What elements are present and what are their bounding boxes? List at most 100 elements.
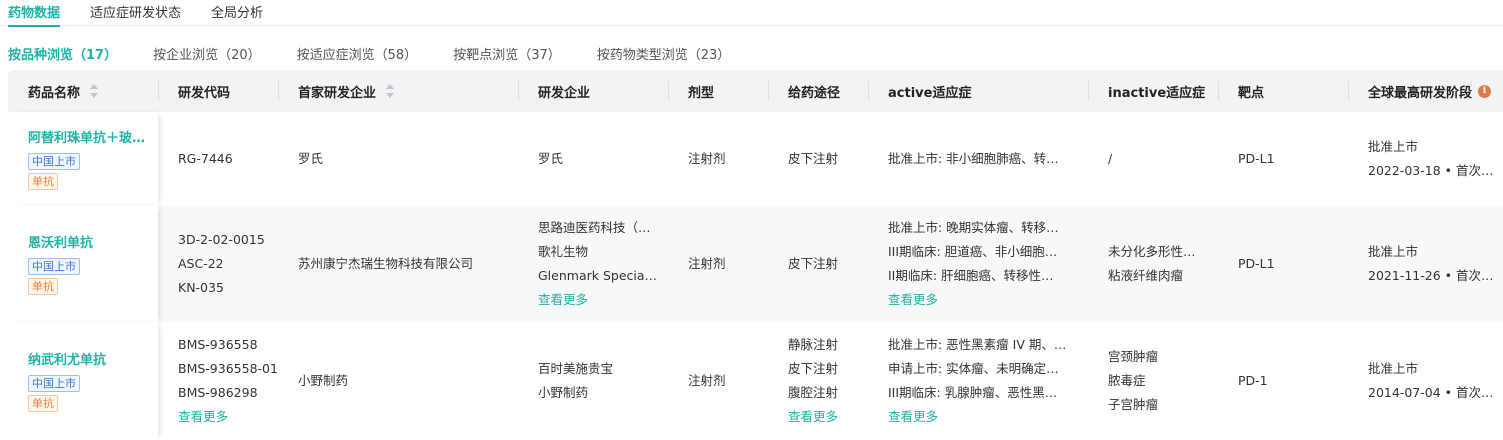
inactive-indication-value: 脓毒症 (1108, 373, 1146, 388)
inactive-indication-cell: / (1088, 112, 1218, 206)
form-value: 注射剂 (688, 151, 726, 166)
active-more-link[interactable]: 查看更多 (888, 288, 1088, 312)
stage-cell: 批准上市 2022-03-18 • 首次上市 (1348, 112, 1503, 206)
company-value: 小野制药 (538, 385, 589, 400)
target-value: PD-L1 (1238, 256, 1275, 271)
active-indication-cell: 批准上市: 非小细胞肺癌、转… (868, 112, 1088, 206)
code-more-link[interactable]: 查看更多 (178, 405, 278, 429)
inactive-indication-value: 宫颈肿瘤 (1108, 349, 1159, 364)
tab-global-analysis[interactable]: 全局分析 (211, 0, 263, 26)
route-cell: 皮下注射 (768, 112, 868, 206)
header-stage: 全球最高研发阶段 i (1348, 70, 1503, 112)
header-label: inactive适应症 (1108, 85, 1206, 101)
route-value: 皮下注射 (788, 361, 839, 376)
header-route: 给药途径 (768, 70, 868, 112)
header-form: 剂型 (668, 70, 768, 112)
first-company-value: 苏州康宁杰瑞生物科技有限公司 (298, 256, 474, 271)
info-icon[interactable]: i (1478, 84, 1492, 98)
header-active-indication: active适应症 (868, 70, 1088, 112)
active-indication-value: 批准上市: 非小细胞肺癌、转… (888, 151, 1059, 166)
target-cell: PD-1 (1218, 322, 1348, 440)
header-code: 研发代码 (158, 70, 278, 112)
first-company-value: 罗氏 (298, 151, 324, 166)
header-label: active适应症 (888, 85, 972, 101)
header-target: 靶点 (1218, 70, 1348, 112)
companies-more-link[interactable]: 查看更多 (538, 288, 668, 312)
table-header: 药品名称 研发代码 首家研发企业 研发企业 剂型 给药途径 active适应症 … (8, 70, 1503, 112)
header-label: 剂型 (688, 85, 715, 101)
tab-drug-data[interactable]: 药物数据 (8, 0, 61, 27)
target-value: PD-1 (1238, 373, 1268, 388)
header-label: 首家研发企业 (298, 85, 377, 101)
code-value: BMS-936558-01 (178, 361, 278, 376)
companies-cell: 罗氏 (518, 112, 668, 206)
drug-name-link[interactable]: 阿替利珠单抗＋玻… (28, 128, 158, 150)
first-company-cell: 小野制药 (278, 322, 518, 440)
sort-icon[interactable] (386, 84, 395, 98)
browse-mode-tabs: 按品种浏览（17） 按企业浏览（20） 按适应症浏览（58） 按靶点浏览（37）… (8, 44, 766, 63)
form-value: 注射剂 (688, 256, 726, 271)
form-cell: 注射剂 (668, 206, 768, 322)
code-value: BMS-986298 (178, 385, 258, 400)
drug-name-link[interactable]: 纳武利尤单抗 (28, 350, 158, 372)
header-companies: 研发企业 (518, 70, 668, 112)
code-value: 3D-2-02-0015 (178, 232, 265, 247)
route-value: 皮下注射 (788, 256, 839, 271)
drug-name-cell: 恩沃利单抗 中国上市 单抗 (8, 206, 158, 322)
sort-icon[interactable] (90, 84, 99, 98)
inactive-indication-cell: 宫颈肿瘤 脓毒症 子宫肿瘤 (1088, 322, 1218, 440)
active-indication-value: II期临床: 肝细胞癌、转移性… (888, 268, 1054, 283)
table-row: 纳武利尤单抗 中国上市 单抗 BMS-936558 BMS-936558-01 … (8, 322, 1503, 440)
target-cell: PD-L1 (1218, 112, 1348, 206)
route-value: 皮下注射 (788, 151, 839, 166)
subtab-by-company[interactable]: 按企业浏览（20） (153, 44, 261, 63)
inactive-indication-value: 子宫肿瘤 (1108, 397, 1159, 412)
code-cell: 3D-2-02-0015 ASC-22 KN-035 (158, 206, 278, 322)
companies-cell: 思路迪医药科技（… 歌礼生物 Glenmark Specia… 查看更多 (518, 206, 668, 322)
subtab-by-drug-type[interactable]: 按药物类型浏览（23） (597, 44, 731, 63)
stage-value: 批准上市 (1368, 244, 1419, 259)
form-cell: 注射剂 (668, 112, 768, 206)
header-label: 研发企业 (538, 85, 591, 101)
target-cell: PD-L1 (1218, 206, 1348, 322)
header-first-company[interactable]: 首家研发企业 (278, 70, 518, 112)
table-row: 阿替利珠单抗＋玻… 中国上市 单抗 RG-7446 罗氏 罗氏 注射剂 皮下注射… (8, 112, 1503, 206)
active-indication-value: 批准上市: 恶性黑素瘤 IV 期、… (888, 337, 1067, 352)
form-value: 注射剂 (688, 373, 726, 388)
subtab-by-indication[interactable]: 按适应症浏览（58） (297, 44, 418, 63)
header-inactive-indication: inactive适应症 (1088, 70, 1218, 112)
active-indication-cell: 批准上市: 晚期实体瘤、转移… III期临床: 胆道癌、非小细胞… II期临床:… (868, 206, 1088, 322)
drug-name-cell: 纳武利尤单抗 中国上市 单抗 (8, 322, 158, 440)
target-value: PD-L1 (1238, 151, 1275, 166)
inactive-indication-value: / (1108, 151, 1113, 166)
route-value: 腹腔注射 (788, 385, 839, 400)
active-indication-value: III期临床: 乳腺肿瘤、恶性黑… (888, 385, 1058, 400)
subtab-by-target[interactable]: 按靶点浏览（37） (453, 44, 561, 63)
type-badge: 单抗 (28, 278, 58, 295)
header-drug-name[interactable]: 药品名称 (8, 70, 158, 112)
drug-name-link[interactable]: 恩沃利单抗 (28, 233, 158, 255)
active-indication-value: III期临床: 胆道癌、非小细胞… (888, 244, 1058, 259)
market-badge: 中国上市 (28, 258, 80, 275)
first-company-cell: 罗氏 (278, 112, 518, 206)
header-label: 研发代码 (178, 85, 231, 101)
tab-indication-status[interactable]: 适应症研发状态 (90, 0, 181, 26)
code-value: ASC-22 (178, 256, 224, 271)
route-cell: 皮下注射 (768, 206, 868, 322)
drug-name-cell: 阿替利珠单抗＋玻… 中国上市 单抗 (8, 112, 158, 206)
stage-value: 批准上市 (1368, 361, 1419, 376)
form-cell: 注射剂 (668, 322, 768, 440)
route-more-link[interactable]: 查看更多 (788, 405, 868, 429)
route-value: 静脉注射 (788, 337, 839, 352)
subtab-by-variety[interactable]: 按品种浏览（17） (8, 44, 117, 63)
active-more-link[interactable]: 查看更多 (888, 405, 1088, 429)
active-indication-value: 批准上市: 晚期实体瘤、转移… (888, 220, 1059, 235)
inactive-indication-cell: 未分化多形性… 粘液纤维肉瘤 (1088, 206, 1218, 322)
first-company-cell: 苏州康宁杰瑞生物科技有限公司 (278, 206, 518, 322)
code-cell: RG-7446 (158, 112, 278, 206)
stage-date: 2022-03-18 • 首次上市 (1368, 163, 1503, 178)
type-badge: 单抗 (28, 395, 58, 412)
top-tab-bar: 药物数据 适应症研发状态 全局分析 (0, 0, 1503, 27)
header-label: 靶点 (1238, 85, 1265, 101)
table-row: 恩沃利单抗 中国上市 单抗 3D-2-02-0015 ASC-22 KN-035… (8, 206, 1503, 322)
